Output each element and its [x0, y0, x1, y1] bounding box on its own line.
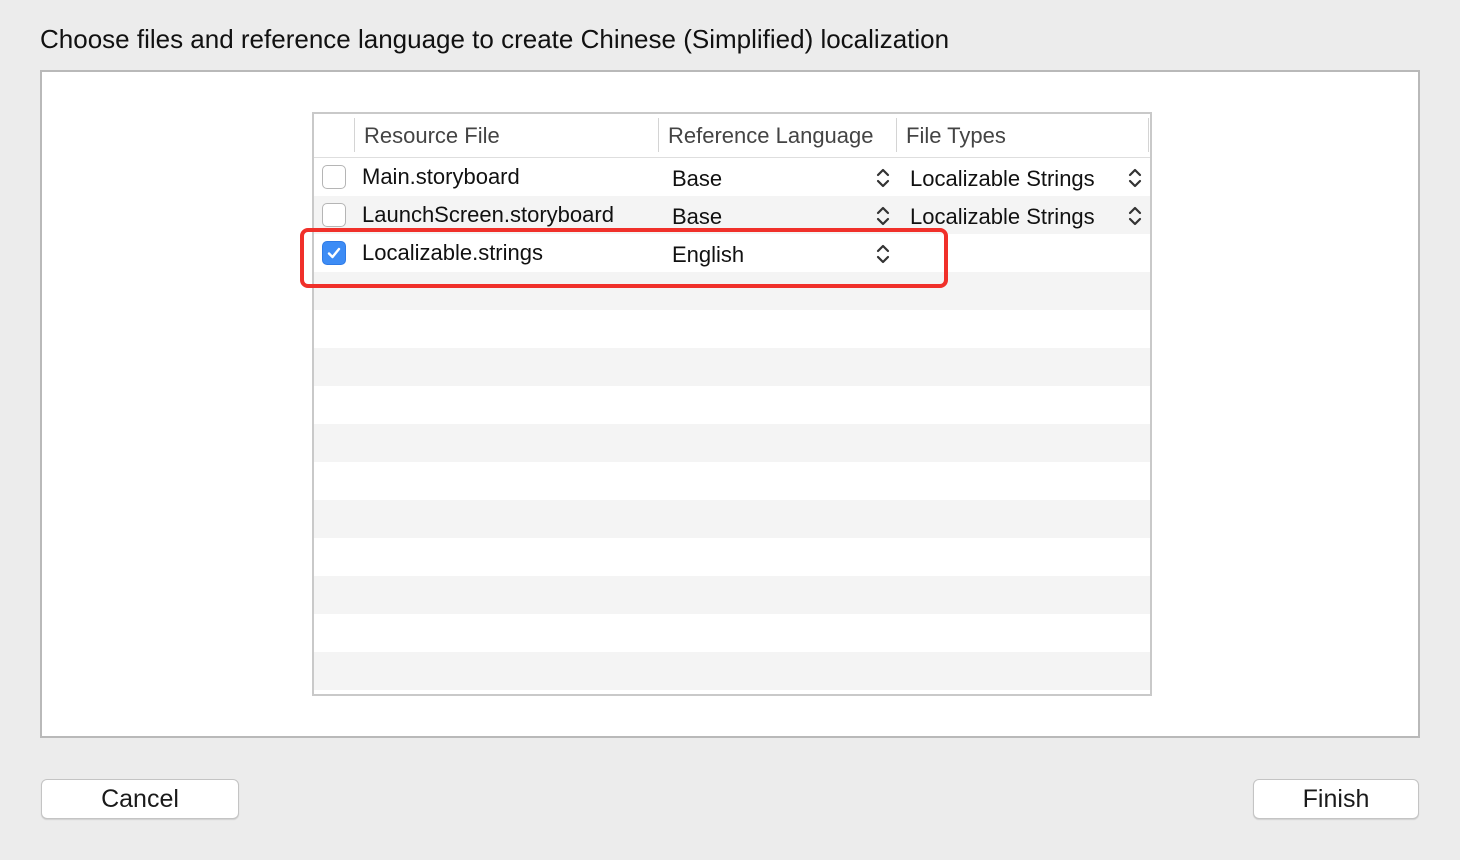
empty-row	[314, 348, 1150, 386]
column-header-file-types[interactable]: File Types	[906, 114, 1006, 158]
reference-language-popup[interactable]: Base	[672, 198, 722, 236]
cancel-button[interactable]: Cancel	[41, 779, 239, 819]
table-header: Resource File Reference Language File Ty…	[314, 114, 1150, 158]
include-checkbox[interactable]	[322, 165, 346, 189]
empty-row	[314, 538, 1150, 576]
column-separator	[354, 118, 355, 152]
reference-language-popup[interactable]: English	[672, 236, 744, 274]
empty-row	[314, 272, 1150, 310]
empty-row	[314, 614, 1150, 652]
table-row[interactable]: Localizable.strings English	[314, 234, 1150, 272]
empty-row	[314, 500, 1150, 538]
column-header-resource-file[interactable]: Resource File	[364, 114, 500, 158]
resource-table: Resource File Reference Language File Ty…	[312, 112, 1152, 696]
empty-row	[314, 424, 1150, 462]
empty-row	[314, 652, 1150, 690]
resource-file-name: Main.storyboard	[362, 164, 520, 189]
resource-file-name: LaunchScreen.storyboard	[362, 202, 614, 227]
up-down-chevron-icon[interactable]	[875, 242, 891, 266]
file-type-popup[interactable]: Localizable Strings	[910, 198, 1095, 236]
up-down-chevron-icon[interactable]	[875, 166, 891, 190]
dialog-prompt: Choose files and reference language to c…	[40, 24, 950, 54]
column-separator	[658, 118, 659, 152]
reference-language-popup[interactable]: Base	[672, 160, 722, 198]
localization-dialog: Choose files and reference language to c…	[0, 0, 1460, 860]
include-checkbox[interactable]	[322, 203, 346, 227]
resource-file-name: Localizable.strings	[362, 240, 543, 265]
checkmark-icon	[327, 247, 341, 259]
empty-row	[314, 310, 1150, 348]
column-separator	[896, 118, 897, 152]
empty-row	[314, 386, 1150, 424]
column-separator	[1148, 118, 1149, 152]
column-header-reference-language[interactable]: Reference Language	[668, 114, 874, 158]
table-row[interactable]: Main.storyboard Base Localizable Strings	[314, 158, 1150, 196]
table-row[interactable]: LaunchScreen.storyboard Base Localizable…	[314, 196, 1150, 234]
finish-button[interactable]: Finish	[1253, 779, 1419, 819]
empty-row	[314, 576, 1150, 614]
files-panel: Resource File Reference Language File Ty…	[40, 70, 1420, 738]
up-down-chevron-icon[interactable]	[1127, 166, 1143, 190]
include-checkbox[interactable]	[322, 241, 346, 265]
up-down-chevron-icon[interactable]	[875, 204, 891, 228]
empty-row	[314, 462, 1150, 500]
up-down-chevron-icon[interactable]	[1127, 204, 1143, 228]
file-type-popup[interactable]: Localizable Strings	[910, 160, 1095, 198]
